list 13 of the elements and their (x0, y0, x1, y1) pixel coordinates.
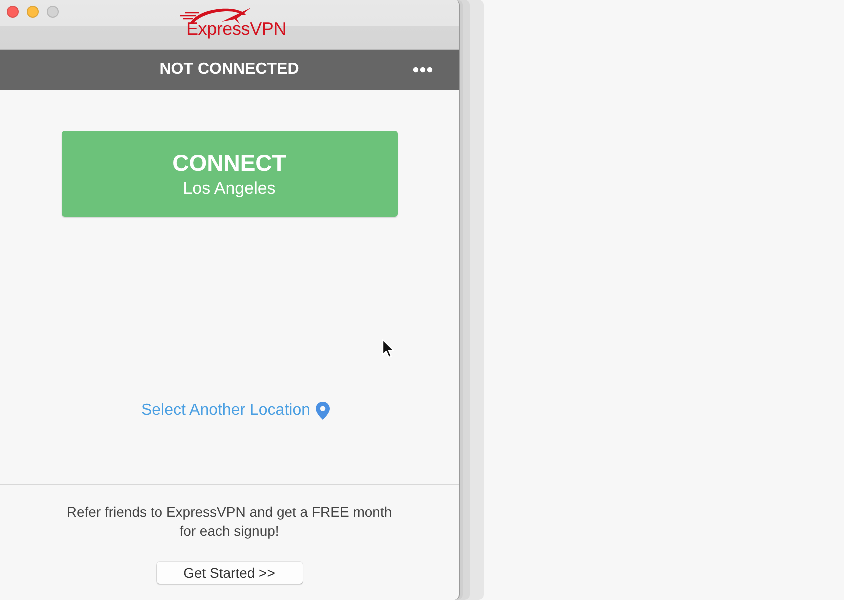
cursor-icon (382, 339, 395, 359)
swoosh-icon (180, 7, 252, 24)
logo-text: ExpressVPN (186, 20, 287, 39)
connect-button[interactable]: CONNECT Los Angeles (62, 131, 398, 217)
close-button[interactable] (7, 6, 19, 18)
get-started-button[interactable]: Get Started >> (156, 562, 302, 584)
referral-text: Refer friends to ExpressVPN and get a FREE month for each signup! (66, 503, 394, 541)
minimize-button[interactable] (27, 6, 39, 18)
select-location-link[interactable]: Select Another Location (141, 401, 310, 421)
zoom-button[interactable] (47, 6, 59, 18)
more-icon[interactable] (413, 67, 433, 73)
status-text: NOT CONNECTED (160, 61, 300, 79)
location-pin-icon[interactable] (316, 402, 330, 420)
